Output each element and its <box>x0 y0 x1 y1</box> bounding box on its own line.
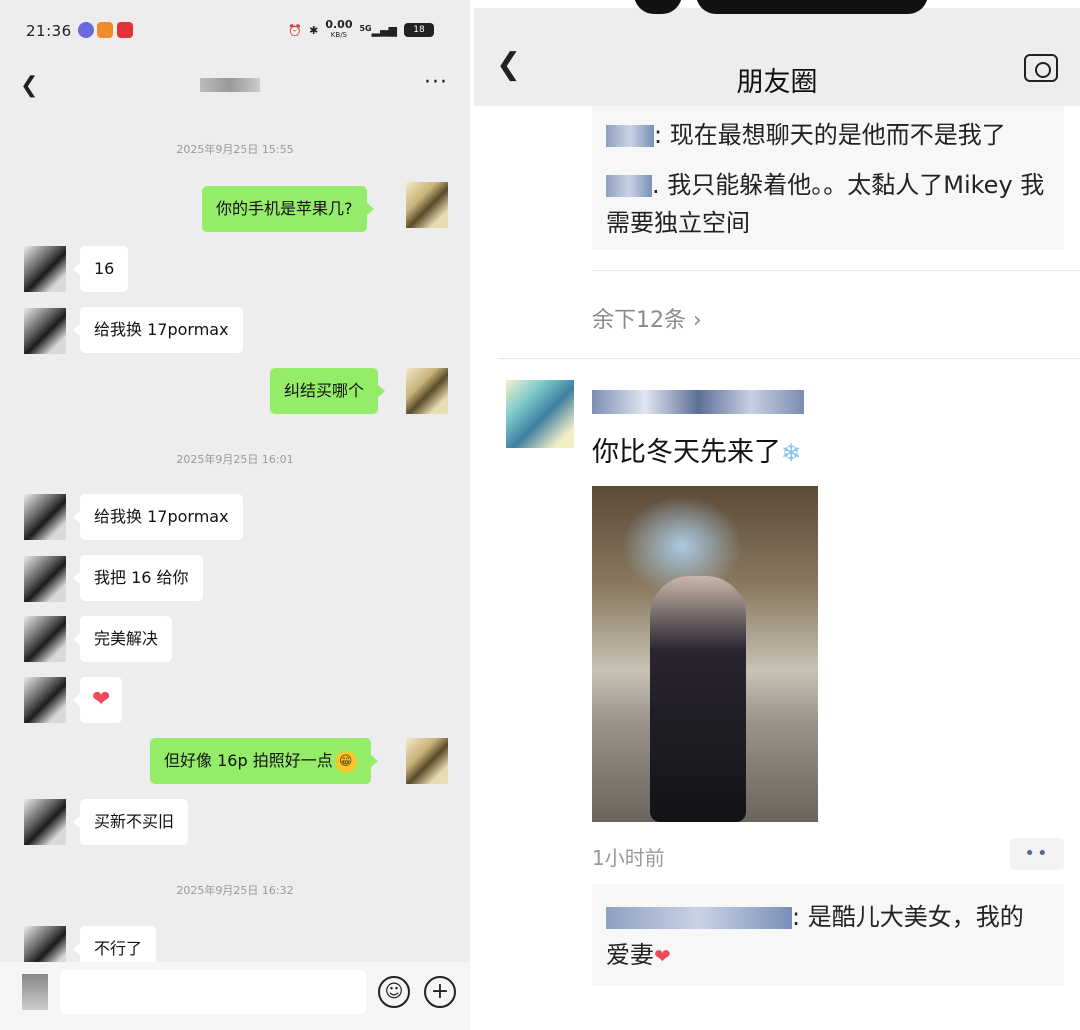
message-bubble-outgoing[interactable]: 你的手机是苹果几? <box>202 186 373 232</box>
message-bubble-incoming[interactable]: 16 <box>72 246 129 292</box>
heart-icon: ❤ <box>92 687 111 712</box>
commenter-name-blurred <box>606 175 652 197</box>
message-text: 我把 16 给你 <box>94 568 189 587</box>
friend-avatar[interactable] <box>24 677 66 723</box>
post-actions-button[interactable]: •• <box>1010 838 1064 870</box>
message-text: 买新不买旧 <box>94 812 175 831</box>
timestamp: 2025年9月25日 15:55 <box>176 143 294 156</box>
message-text: 你的手机是苹果几? <box>216 199 353 218</box>
battery-icon: 18 <box>404 23 434 37</box>
chat-screen: 21:36 ⏰ ✱ 0.00 KB/S 5G▂▄▆ 18 ❮ ··· 2025年… <box>0 0 470 1030</box>
friend-avatar[interactable] <box>24 246 66 292</box>
comment-text: : 现在最想聊天的是他而不是我了 <box>654 121 1006 149</box>
divider <box>592 270 1080 271</box>
message-text: 16 <box>94 259 115 278</box>
friend-avatar[interactable] <box>24 308 66 354</box>
message-bubble-incoming[interactable]: 完美解决 <box>72 616 173 662</box>
commenter-name-blurred <box>606 907 792 929</box>
app-notification-icon <box>117 22 133 38</box>
app-notification-icon <box>97 22 113 38</box>
back-button[interactable]: ❮ <box>20 74 44 98</box>
message-bubble-incoming[interactable]: ❤ <box>72 677 123 723</box>
speed-unit: KB/S <box>330 31 347 39</box>
page-title: 朋友圈 <box>736 67 818 98</box>
more-actions-button[interactable]: + <box>424 976 456 1008</box>
chat-header: ❮ ··· <box>0 62 470 110</box>
comment-list: : 现在最想聊天的是他而不是我了 . 我只能躲着他。。太黏人了Mikey 我 需… <box>592 106 1064 250</box>
message-input[interactable] <box>60 970 366 1014</box>
post-photo[interactable] <box>592 486 818 822</box>
more-options-button[interactable]: ··· <box>424 70 448 95</box>
comment-list: : 是酷儿大美女，我的 爱妻❤ <box>592 884 1064 986</box>
comment-text: 爱妻 <box>606 941 654 969</box>
friend-avatar[interactable] <box>24 799 66 845</box>
poster-avatar[interactable] <box>506 380 574 448</box>
status-bar: 21:36 ⏰ ✱ 0.00 KB/S 5G▂▄▆ 18 <box>0 0 470 62</box>
message-bubble-incoming[interactable]: 给我换 17pormax <box>73 307 243 353</box>
message-text: 给我换 17pormax <box>94 507 229 526</box>
post-time: 1小时前 <box>592 846 665 870</box>
message-bubble-incoming[interactable]: 买新不买旧 <box>72 799 189 845</box>
message-bubble-outgoing[interactable]: 纠结买哪个 <box>270 368 386 414</box>
network-type: 5G <box>359 23 372 33</box>
friend-avatar[interactable] <box>24 556 66 602</box>
status-indicators: ⏰ ✱ 0.00 KB/S 5G▂▄▆ 18 <box>288 18 434 40</box>
my-avatar[interactable] <box>406 738 448 784</box>
heart-icon: ❤ <box>654 944 671 968</box>
message-text: 不行了 <box>94 939 143 958</box>
voice-button[interactable] <box>22 974 48 1010</box>
more-comments-link[interactable]: 余下12条 › <box>592 302 702 334</box>
grin-emoji-icon: 😁 <box>334 750 357 773</box>
emoji-button[interactable]: ☺ <box>378 976 410 1008</box>
commenter-name-blurred <box>606 125 654 147</box>
moments-screen: ❮ 朋友圈 : 现在最想聊天的是他而不是我了 . 我只能躲着他。。太黏人了Mik… <box>474 0 1080 1030</box>
message-text: 纠结买哪个 <box>284 381 365 400</box>
photo-subject <box>650 576 746 822</box>
input-bar: ☺ + <box>0 962 470 1030</box>
comment-text: . 我只能躲着他。。太黏人了Mikey 我 <box>652 171 1045 199</box>
timestamp: 2025年9月25日 16:32 <box>176 884 294 897</box>
comment-item[interactable]: . 我只能躲着他。。太黏人了Mikey 我 需要独立空间 <box>606 166 1050 242</box>
camera-icon[interactable] <box>1024 54 1058 82</box>
message-text: 完美解决 <box>94 629 159 648</box>
my-avatar[interactable] <box>406 182 448 228</box>
post-text-content: 你比冬天先来了 <box>592 437 781 468</box>
network-speed: 0.00 KB/S <box>325 18 353 40</box>
friend-avatar[interactable] <box>24 494 66 540</box>
contact-name-blurred <box>200 78 260 92</box>
divider <box>498 358 1080 359</box>
app-notification-icon <box>78 22 94 38</box>
poster-name-blurred[interactable] <box>592 390 804 414</box>
dynamic-island <box>696 0 928 14</box>
bluetooth-icon: ✱ <box>309 23 319 37</box>
comment-item[interactable]: : 现在最想聊天的是他而不是我了 <box>606 116 1050 154</box>
signal-icon: 5G▂▄▆ <box>359 23 397 37</box>
message-bubble-incoming[interactable]: 我把 16 给你 <box>73 555 203 601</box>
friend-avatar[interactable] <box>24 616 66 662</box>
speed-value: 0.00 <box>325 18 353 31</box>
message-bubble-incoming[interactable]: 给我换 17pormax <box>73 494 243 540</box>
message-text: 给我换 17pormax <box>94 320 229 339</box>
message-text: 但好像 16p 拍照好一点 <box>164 751 333 770</box>
alarm-icon: ⏰ <box>288 23 303 37</box>
status-time: 21:36 <box>26 22 72 40</box>
message-bubble-outgoing[interactable]: 但好像 16p 拍照好一点 😁 <box>150 738 378 784</box>
comment-text: 需要独立空间 <box>606 209 750 237</box>
snowflake-icon: ❄ <box>781 439 802 467</box>
timestamp: 2025年9月25日 16:01 <box>176 453 294 466</box>
comment-item[interactable]: : 是酷儿大美女，我的 爱妻❤ <box>606 898 1050 975</box>
moments-header: ❮ 朋友圈 <box>474 8 1080 106</box>
my-avatar[interactable] <box>406 368 448 414</box>
comment-text: : 是酷儿大美女，我的 <box>792 903 1024 931</box>
post-text: 你比冬天先来了❄ <box>592 430 801 469</box>
